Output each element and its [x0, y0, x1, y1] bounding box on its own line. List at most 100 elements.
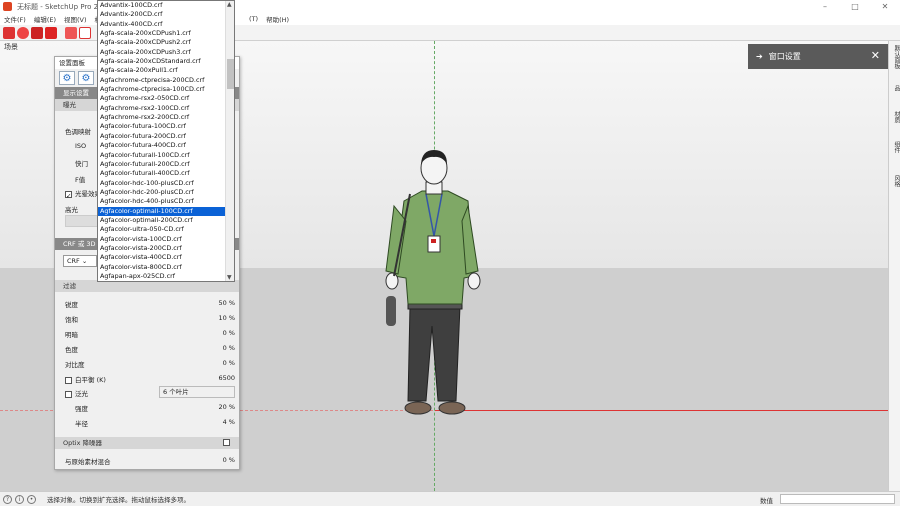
red-axis: [435, 410, 888, 411]
bloom-param-value[interactable]: 4 %: [223, 418, 235, 426]
crf-option[interactable]: Agfacolor-futurall-400CD.crf: [98, 169, 226, 178]
crf-option[interactable]: Agfacolor-futura-400CD.crf: [98, 141, 226, 150]
crf-option[interactable]: Agfa-scala-200xCDPush3.crf: [98, 48, 226, 57]
tray-close-icon[interactable]: ✕: [871, 49, 880, 62]
tone-mapping-label: 色调映射: [65, 128, 91, 136]
dropdown-scrollbar[interactable]: ▲ ▼: [225, 1, 234, 281]
crf-option[interactable]: Agfacolor-optimall-100CD.crf: [98, 206, 226, 216]
crf-option[interactable]: Agfacolor-vista-200CD.crf: [98, 244, 226, 253]
bloom-row: 泛光 6 个叶片: [55, 385, 241, 400]
credits-icon[interactable]: i: [15, 494, 24, 504]
menu-file[interactable]: 文件(F): [0, 14, 30, 24]
close-icon[interactable]: ✕: [870, 0, 900, 13]
crf-option[interactable]: Agfa-scala-200xCDPush2.crf: [98, 38, 226, 47]
tab-styles[interactable]: 风格: [891, 175, 900, 187]
folder-icon[interactable]: [31, 26, 43, 39]
crf-option[interactable]: Agfacolor-hdc-400-plusCD.crf: [98, 197, 226, 206]
crf-option[interactable]: Agfacolor-futura-200CD.crf: [98, 132, 226, 141]
gear-settings-icon[interactable]: ⚙: [59, 71, 75, 85]
window-title: 无标题 - SketchUp Pro 20: [17, 2, 103, 11]
blend-label: 与原始素材混合: [65, 458, 111, 466]
tab-item[interactable]: 品: [891, 85, 900, 91]
adjustment-value[interactable]: 50 %: [218, 299, 235, 307]
crf-option[interactable]: Agfacolor-hdc-100-plusCD.crf: [98, 179, 226, 188]
settings-icon[interactable]: [65, 26, 77, 39]
right-tray-tabs: 默认面板 品 材质 组件 风格: [888, 41, 900, 491]
scroll-thumb[interactable]: [227, 59, 234, 89]
adjustment-value[interactable]: 0 %: [223, 359, 235, 367]
scroll-up-icon[interactable]: ▲: [227, 1, 232, 8]
crf-option[interactable]: Advantix-100CD.crf: [98, 1, 226, 10]
bloom-param-label: 半径: [75, 420, 88, 428]
sketchup-app-icon: [3, 2, 12, 11]
crf-option[interactable]: Agfa-scala-200xCDPush1.crf: [98, 29, 226, 38]
crf-option[interactable]: Advantix-400CD.crf: [98, 20, 226, 29]
scene-tab[interactable]: 场景: [4, 42, 18, 52]
white-balance-value[interactable]: 6500: [218, 374, 235, 382]
blend-value[interactable]: 0 %: [223, 456, 235, 464]
crf-option[interactable]: Agfacolor-optimall-200CD.crf: [98, 216, 226, 225]
measurements-input[interactable]: [780, 494, 895, 504]
menu-help[interactable]: 帮助(H): [262, 14, 293, 24]
crf-option[interactable]: Agfachrome-ctprecisa-200CD.crf: [98, 76, 226, 85]
crf-dropdown-items: Advantix-100CD.crf Advantix-200CD.crf Adva…: [98, 1, 234, 281]
optix-section-header[interactable]: Optix 降噪器: [55, 437, 239, 449]
status-bar: ? i • 选择对象。切换到扩充选择。拖动鼠标选择多项。 数值: [0, 491, 900, 506]
bloom-select[interactable]: 6 个叶片: [159, 386, 235, 398]
bloom-checkbox[interactable]: [65, 390, 72, 398]
crf-option[interactable]: Agfacolor-vista-800CD.crf: [98, 263, 226, 272]
crf-option[interactable]: Agfacolor-vista-400CD.crf: [98, 253, 226, 262]
collapse-arrow-icon[interactable]: ➔: [756, 52, 763, 61]
gear-settings-icon-2[interactable]: ⚙: [78, 71, 94, 85]
crf-option[interactable]: Agfachrome-rsx2-200CD.crf: [98, 113, 226, 122]
adjustment-value[interactable]: 10 %: [218, 314, 235, 322]
crf-dropdown-list[interactable]: Advantix-100CD.crf Advantix-200CD.crf Adva…: [97, 0, 235, 282]
user-icon[interactable]: •: [27, 494, 36, 504]
minimize-icon[interactable]: –: [810, 0, 840, 13]
menu-edit[interactable]: 编辑(E): [30, 14, 60, 24]
crf-option[interactable]: Agfachrome-rsx2-050CD.crf: [98, 94, 226, 103]
crf-option[interactable]: Advantix-200CD.crf: [98, 10, 226, 19]
crf-option[interactable]: Agfapan-apx-025CD.crf: [98, 272, 226, 281]
tab-materials[interactable]: 材质: [891, 111, 900, 123]
vignette-checkbox[interactable]: ✓: [65, 190, 72, 200]
crf-option[interactable]: Agfacolor-vista-100CD.crf: [98, 235, 226, 244]
crf-option[interactable]: Agfacolor-futurall-200CD.crf: [98, 160, 226, 169]
adjustment-label: 明暗: [65, 331, 78, 339]
gear-red-icon[interactable]: [17, 26, 29, 39]
adjustment-value[interactable]: 0 %: [223, 329, 235, 337]
bloom-param-value[interactable]: 20 %: [218, 403, 235, 411]
camera-icon[interactable]: [45, 26, 57, 39]
tab-default-tray[interactable]: 默认面板: [891, 45, 900, 69]
adjustment-value[interactable]: 0 %: [223, 344, 235, 352]
crf-option[interactable]: Agfachrome-ctprecisa-100CD.crf: [98, 85, 226, 94]
geo-location-icon[interactable]: ?: [3, 494, 12, 504]
adjustment-row: 锐度 50 %: [55, 296, 241, 311]
scroll-down-icon[interactable]: ▼: [227, 274, 232, 281]
menu-tools[interactable]: (T): [245, 15, 262, 23]
crf-option[interactable]: Agfachrome-rsx2-100CD.crf: [98, 104, 226, 113]
crf-option[interactable]: Agfacolor-ultra-050-CD.crf: [98, 225, 226, 234]
white-balance-row: 白平衡 (K) 6500: [55, 371, 241, 386]
optix-checkbox[interactable]: [223, 439, 230, 446]
person-figure[interactable]: [380, 146, 490, 431]
crf-option[interactable]: Agfa-scala-200xPull1.crf: [98, 66, 226, 75]
adjustment-row: 明暗 0 %: [55, 326, 241, 341]
menu-view[interactable]: 视图(V): [60, 14, 91, 24]
blend-row: 与原始素材混合 0 %: [55, 453, 241, 468]
tray-header: ➔ 窗口设置 ✕: [748, 44, 888, 69]
crf-option[interactable]: Agfa-scala-200xCDStandard.crf: [98, 57, 226, 66]
maximize-icon[interactable]: □: [840, 0, 870, 13]
white-balance-label: 白平衡 (K): [75, 376, 106, 384]
glasses-icon[interactable]: [3, 26, 15, 39]
crf-option[interactable]: Agfacolor-futurall-100CD.crf: [98, 151, 226, 160]
crf-select-value: CRF: [67, 257, 80, 265]
crf-option[interactable]: Agfacolor-hdc-200-plusCD.crf: [98, 188, 226, 197]
crf-select[interactable]: CRF ⌄: [63, 255, 97, 267]
adjustment-row: 饱和 10 %: [55, 311, 241, 326]
white-balance-checkbox[interactable]: [65, 376, 72, 384]
crf-option[interactable]: Agfacolor-futura-100CD.crf: [98, 122, 226, 131]
grid-icon[interactable]: [79, 26, 91, 39]
bloom-param-row: 强度 20 %: [55, 400, 241, 415]
tab-components[interactable]: 组件: [891, 141, 900, 153]
